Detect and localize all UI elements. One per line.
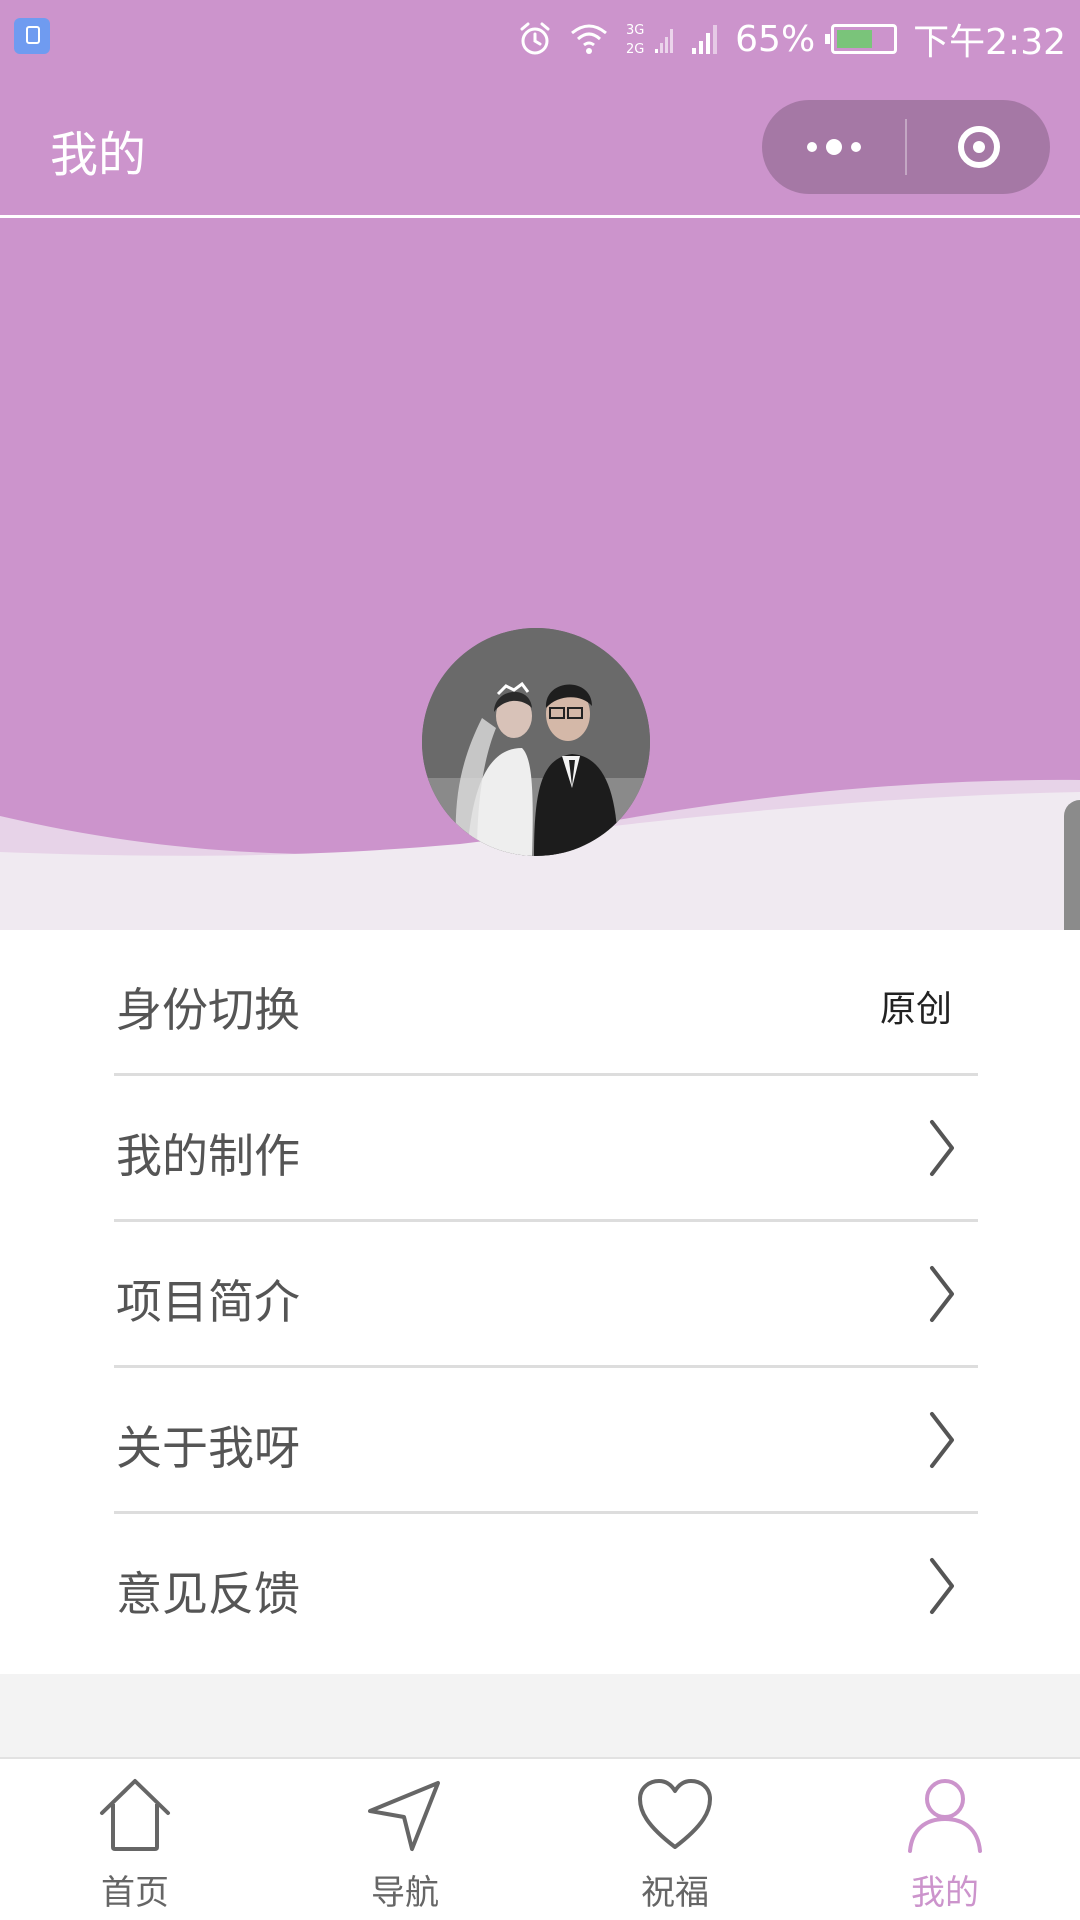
network-top-label: 3G [626,23,644,38]
menu-item-project-intro[interactable]: 项目简介 [114,1222,978,1368]
page-title: 我的 [50,127,147,183]
chevron-right-icon [928,1410,956,1474]
app-notification-icon [14,18,50,54]
tab-label: 祝福 [641,1873,709,1913]
tab-label: 首页 [101,1873,169,1913]
menu-item-my-creations[interactable]: 我的制作 [114,1076,978,1222]
chevron-right-icon [928,1556,956,1620]
identity-value: 原创 [879,989,952,1030]
more-button[interactable] [762,100,905,194]
profile-menu: 身份切换 原创 我的制作 项目简介 关于我呀 意见反馈 [0,930,1080,1674]
close-miniprogram-button[interactable] [907,100,1050,194]
tab-home[interactable]: 首页 [35,1759,235,1919]
profile-header [0,218,1080,930]
menu-item-label: 身份切换 [116,983,300,1037]
navigation-icon [366,1777,444,1857]
more-icon [806,142,817,152]
battery-icon [825,24,898,54]
tab-label: 我的 [911,1873,979,1913]
status-bar: 3G 2G 65% 下午2:32 [0,0,1080,78]
tab-blessings[interactable]: 祝福 [575,1759,775,1919]
wifi-icon [569,22,609,56]
network-bottom-label: 2G [626,42,644,57]
couple-avatar[interactable] [422,628,650,856]
menu-item-label: 意见反馈 [116,1567,300,1621]
navigation-bar: 我的 [0,78,1080,218]
chevron-right-icon [928,1118,956,1182]
menu-item-label: 项目简介 [116,1275,300,1329]
close-miniprogram-icon [957,126,1000,168]
tab-bar: 首页 导航 祝福 我的 [0,1757,1080,1920]
heart-icon [636,1777,714,1857]
home-icon [96,1777,174,1857]
signal-icon [691,22,719,56]
dual-sim-signal-icon: 3G 2G [625,19,675,59]
tab-navigation[interactable]: 导航 [305,1759,505,1919]
status-icons: 3G 2G 65% 下午2:32 [517,10,1066,68]
clock: 下午2:32 [913,22,1066,63]
miniprogram-capsule [762,100,1050,194]
tab-mine[interactable]: 我的 [845,1759,1045,1919]
battery-percent: 65% [735,18,816,60]
menu-item-label: 我的制作 [116,1129,300,1183]
tab-label: 导航 [371,1873,439,1913]
menu-item-feedback[interactable]: 意见反馈 [114,1514,978,1660]
alarm-icon [517,21,553,57]
menu-item-label: 关于我呀 [116,1421,300,1475]
avatar-image [422,628,650,856]
chevron-right-icon [928,1264,956,1328]
user-icon [906,1777,984,1857]
menu-item-about-me[interactable]: 关于我呀 [114,1368,978,1514]
battery-level-fill [837,30,873,48]
menu-item-identity-switch[interactable]: 身份切换 原创 [114,930,978,1076]
